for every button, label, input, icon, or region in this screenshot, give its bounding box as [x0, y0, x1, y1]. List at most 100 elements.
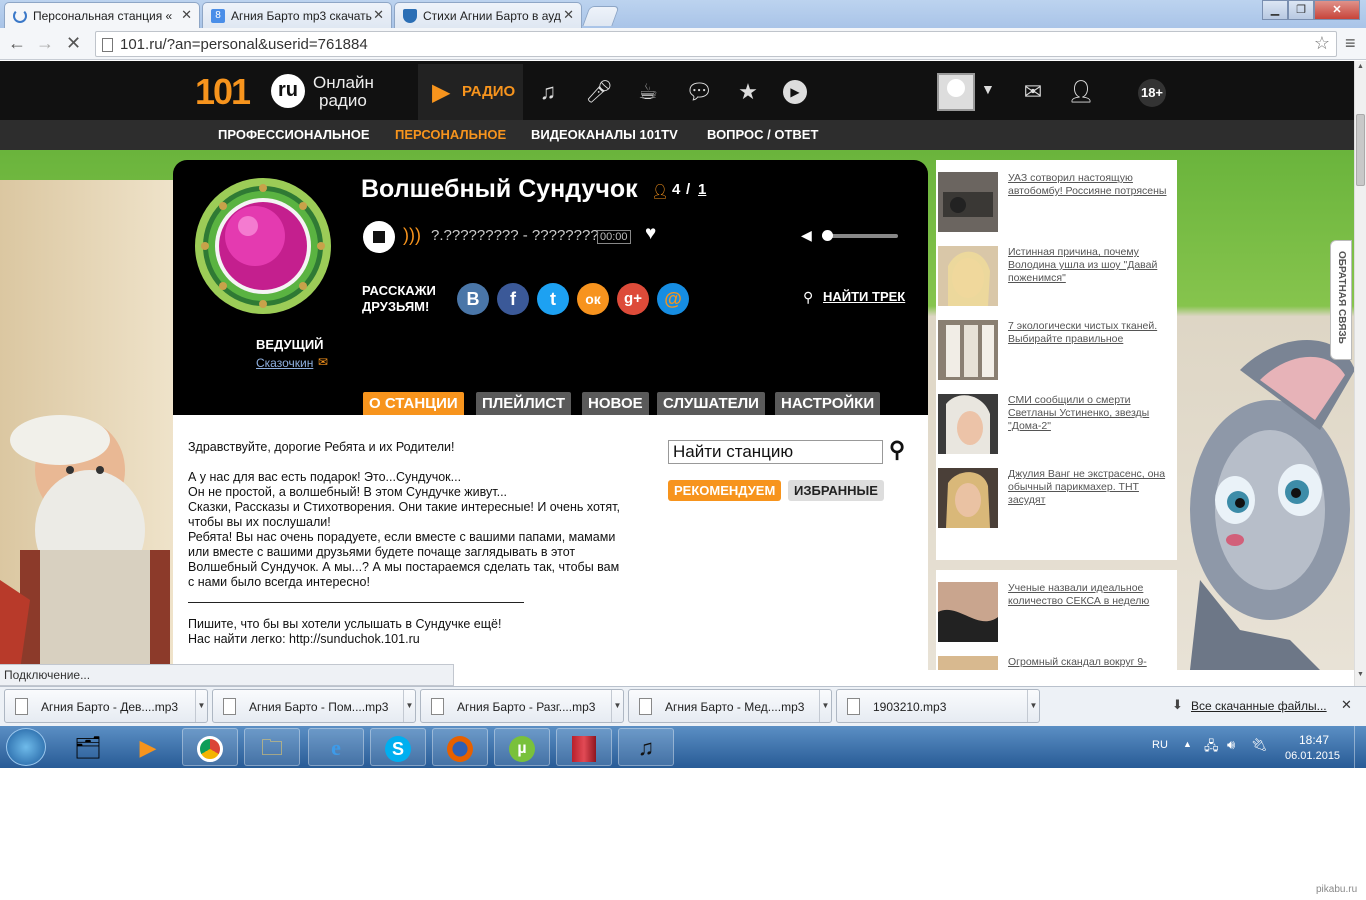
dropdown-arrow-icon[interactable]: ▼ [981, 81, 995, 97]
download-item[interactable]: Агния Барто - Разг....mp3 ▼ [420, 689, 624, 723]
radio-tab[interactable]: ▶ РАДИО [418, 64, 523, 120]
ad-item[interactable]: УАЗ сотворил настоящую автобомбу! Россия… [938, 172, 1176, 236]
chevron-down-icon[interactable]: ▼ [819, 690, 831, 722]
ad-text[interactable]: СМИ сообщили о смерти Светланы Устиненко… [1008, 394, 1176, 433]
tray-arrow-icon[interactable]: ▲ [1183, 739, 1192, 749]
ad-item[interactable]: СМИ сообщили о смерти Светланы Устиненко… [938, 394, 1176, 458]
ad-text[interactable]: Истинная причина, почему Володина ушла и… [1008, 246, 1176, 285]
tab-settings[interactable]: НАСТРОЙКИ [775, 392, 881, 415]
star-bookmark-icon[interactable]: ☆ [1314, 33, 1330, 54]
music-note-icon[interactable]: ♫ [535, 79, 561, 105]
taskbar-folder-icon[interactable]: 🗀︎ [244, 728, 300, 766]
listeners-max[interactable]: 1 [698, 181, 706, 198]
tab-listeners[interactable]: СЛУШАТЕЛИ [657, 392, 765, 415]
browser-tab-2[interactable]: 8 Агния Барто mp3 скачать ✕ [202, 2, 392, 28]
speaker-icon[interactable]: 🔊︎ [1227, 737, 1235, 753]
ad-text[interactable]: Огромный скандал вокруг 9-летней девочки… [1008, 656, 1176, 670]
tab-about[interactable]: О СТАНЦИИ [363, 392, 464, 415]
mailru-icon[interactable]: @ [657, 283, 689, 315]
play-circle-icon[interactable]: ▶ [783, 80, 807, 104]
taskbar-music-icon[interactable]: ♫ [618, 728, 674, 766]
twitter-icon[interactable]: t [537, 283, 569, 315]
microphone-icon[interactable]: 🎤︎ [585, 79, 613, 105]
stop-button[interactable] [363, 221, 395, 253]
google-plus-icon[interactable]: g+ [617, 283, 649, 315]
search-icon[interactable]: ⚲ [889, 437, 905, 463]
ad-item[interactable]: 7 экологически чистых тканей. Выбирайте … [938, 320, 1176, 384]
power-icon[interactable]: 🔌︎ [1251, 737, 1268, 753]
browser-tab-1[interactable]: Персональная станция « ✕ [4, 2, 200, 28]
chevron-down-icon[interactable]: ▼ [195, 690, 207, 722]
menu-icon[interactable]: ≡ [1345, 33, 1356, 54]
logo[interactable]: 101 ru Онлайн радио [195, 71, 385, 112]
taskbar-explorer-icon[interactable]: 🗂︎ [60, 728, 116, 766]
ad-text[interactable]: Джулия Ванг не экстрасенс, она обычный п… [1008, 468, 1176, 507]
avatar[interactable] [937, 73, 975, 111]
maximize-button[interactable]: ❐ [1288, 0, 1314, 20]
ad-item[interactable]: Джулия Ванг не экстрасенс, она обычный п… [938, 468, 1176, 532]
volume-slider[interactable] [822, 230, 898, 241]
close-icon[interactable]: ✕ [1341, 697, 1352, 713]
mail-icon[interactable]: ✉ [318, 355, 328, 369]
tray-date[interactable]: 06.01.2015 [1285, 750, 1340, 762]
network-icon[interactable]: 🖧︎ [1204, 737, 1219, 759]
download-item[interactable]: 1903210.mp3 ▼ [836, 689, 1040, 723]
back-icon[interactable]: ← [8, 33, 26, 54]
mail-icon[interactable]: ✉ [1020, 79, 1046, 105]
tab-new[interactable]: НОВОЕ [582, 392, 649, 415]
nav-qa[interactable]: ВОПРОС / ОТВЕТ [707, 127, 818, 142]
taskbar-ie-icon[interactable]: e [308, 728, 364, 766]
tab-playlist[interactable]: ПЛЕЙЛИСТ [476, 392, 572, 415]
taskbar-winrar-icon[interactable] [556, 728, 612, 766]
download-item[interactable]: Агния Барто - Мед....mp3 ▼ [628, 689, 832, 723]
minimize-button[interactable]: ▁ [1262, 0, 1288, 20]
vkontakte-icon[interactable]: В [457, 283, 489, 315]
taskbar-chrome-icon[interactable] [182, 728, 238, 766]
ad-item[interactable]: Огромный скандал вокруг 9-летней девочки… [938, 656, 1176, 670]
show-desktop-button[interactable] [1354, 726, 1366, 768]
odnoklassniki-icon[interactable]: ок [577, 283, 609, 315]
new-tab-button[interactable] [582, 6, 620, 26]
scroll-thumb[interactable] [1356, 114, 1365, 186]
all-downloads-link[interactable]: Все скачанные файлы... [1191, 699, 1327, 713]
nav-professional[interactable]: ПРОФЕССИОНАЛЬНОЕ [218, 127, 370, 142]
ad-item[interactable]: Ученые назвали идеальное количество СЕКС… [938, 582, 1176, 646]
start-button[interactable] [6, 728, 46, 766]
scroll-up-icon[interactable]: ▲ [1357, 63, 1364, 70]
forward-icon[interactable]: → [36, 33, 54, 54]
ad-item[interactable]: Истинная причина, почему Володина ушла и… [938, 246, 1176, 310]
find-track-link[interactable]: НАЙТИ ТРЕК [823, 289, 905, 304]
taskbar-media-icon[interactable]: ▶ [120, 728, 176, 766]
close-icon[interactable]: ✕ [181, 7, 192, 23]
facebook-icon[interactable]: f [497, 283, 529, 315]
user-icon[interactable]: 👤︎ [1067, 79, 1095, 105]
scroll-down-icon[interactable]: ▼ [1357, 671, 1364, 678]
chat-bubble-icon[interactable]: 💬︎ [685, 79, 713, 105]
coffee-cup-icon[interactable]: ☕︎ [635, 79, 661, 105]
address-bar[interactable]: 101.ru/?an=personal&userid=761884 ☆ [95, 31, 1337, 57]
taskbar-firefox-icon[interactable] [432, 728, 488, 766]
vertical-scrollbar[interactable]: ▲ ▼ [1354, 61, 1366, 686]
taskbar-skype-icon[interactable]: S [370, 728, 426, 766]
tray-lang[interactable]: RU [1152, 739, 1168, 751]
close-window-button[interactable]: ✕ [1314, 0, 1360, 20]
chevron-down-icon[interactable]: ▼ [611, 690, 623, 722]
stop-loading-icon[interactable]: ✕ [66, 33, 81, 54]
heart-icon[interactable]: ♥ [645, 223, 656, 245]
download-item[interactable]: Агния Барто - Дев....mp3 ▼ [4, 689, 208, 723]
station-search-input[interactable]: Найти станцию [668, 440, 883, 464]
recommended-button[interactable]: РЕКОМЕНДУЕМ [668, 480, 782, 501]
ad-text[interactable]: 7 экологически чистых тканей. Выбирайте … [1008, 320, 1176, 346]
browser-tab-3[interactable]: Стихи Агнии Барто в ауд ✕ [394, 2, 582, 28]
feedback-tab[interactable]: ОБРАТНАЯ СВЯЗЬ [1330, 240, 1352, 360]
favorites-button[interactable]: ИЗБРАННЫЕ [788, 480, 884, 501]
ad-text[interactable]: УАЗ сотворил настоящую автобомбу! Россия… [1008, 172, 1176, 198]
star-icon[interactable]: ★ [735, 79, 761, 105]
ad-text[interactable]: Ученые назвали идеальное количество СЕКС… [1008, 582, 1176, 608]
nav-personal[interactable]: ПЕРСОНАЛЬНОЕ [395, 127, 506, 142]
close-icon[interactable]: ✕ [373, 7, 384, 23]
volume-icon[interactable]: ◀ [801, 227, 812, 244]
chevron-down-icon[interactable]: ▼ [1027, 690, 1039, 722]
volume-handle[interactable] [822, 230, 833, 241]
taskbar-utorrent-icon[interactable]: µ [494, 728, 550, 766]
